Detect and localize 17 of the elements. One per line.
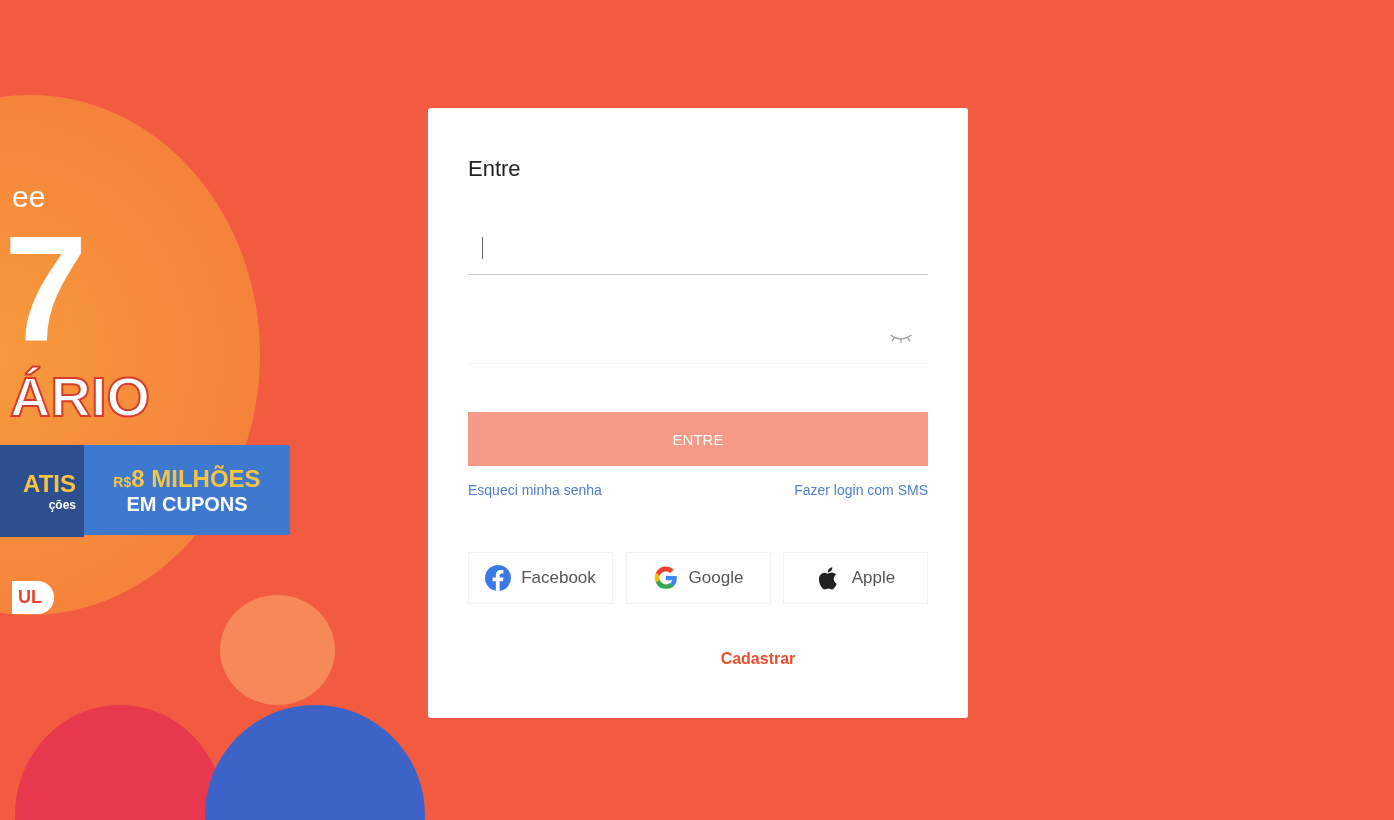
- facebook-icon: [485, 565, 512, 591]
- anniversary-number: 7: [4, 214, 88, 364]
- social-login-button[interactable]: Facebook: [468, 552, 613, 604]
- social-login-button[interactable]: Google: [625, 552, 771, 604]
- coupon-amount: R$8 MILHÕES: [113, 464, 261, 493]
- social-login-button[interactable]: Apple: [783, 552, 928, 604]
- coupon-subtitle: EM CUPONS: [126, 492, 248, 516]
- anniversary-headline: ÁRIO: [10, 364, 150, 429]
- login-title: Entre: [468, 156, 522, 182]
- ribbon-title: ATIS: [23, 470, 76, 498]
- text-link[interactable]: Esqueci minha senha: [468, 482, 602, 498]
- promo-pill: UL: [12, 581, 54, 614]
- google-icon: [652, 565, 679, 591]
- brand-text: ee: [12, 180, 46, 214]
- text-link[interactable]: Fazer login com SMS: [794, 482, 928, 498]
- ribbon-subtitle: ções: [48, 498, 76, 512]
- signup-link[interactable]: Cadastrar: [720, 650, 796, 668]
